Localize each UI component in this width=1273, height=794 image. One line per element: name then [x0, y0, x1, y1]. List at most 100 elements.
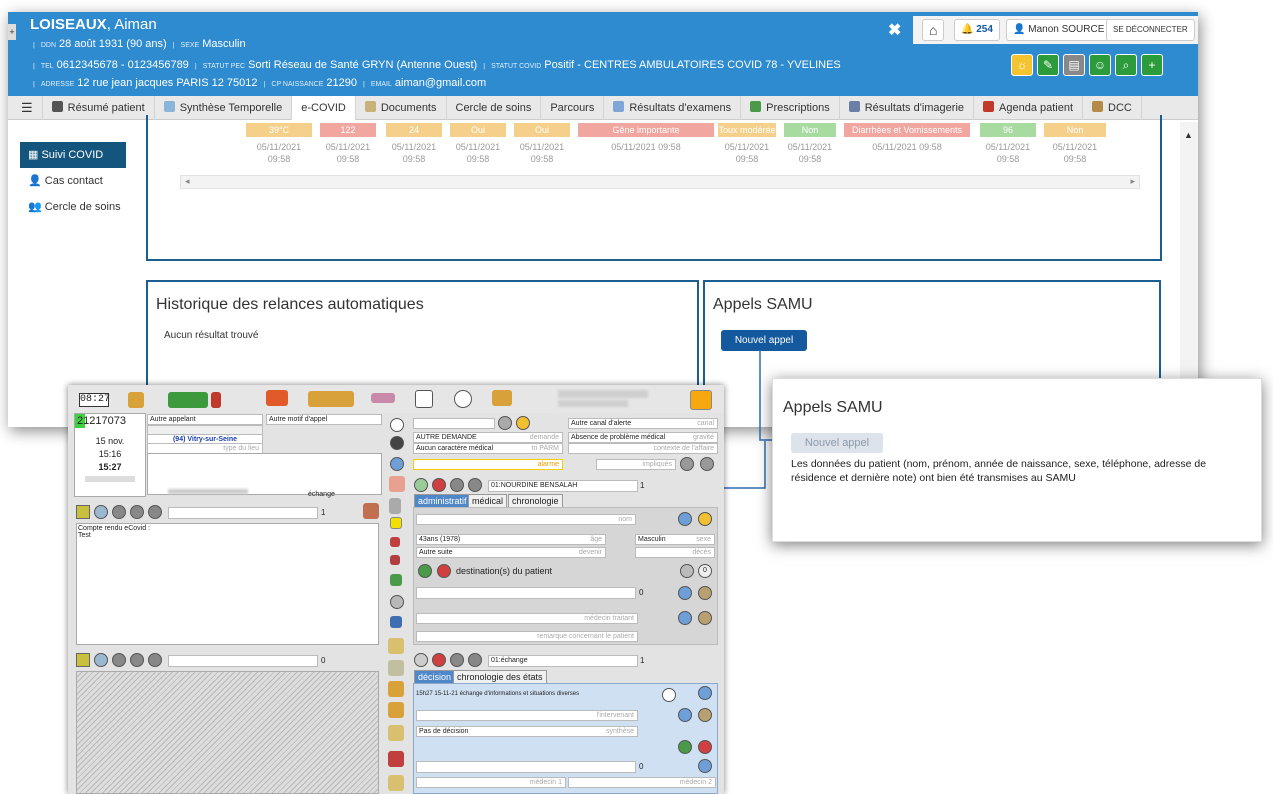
decision-remove-icon[interactable]	[698, 740, 712, 754]
synthese-field[interactable]: Pas de décision synthèse	[416, 726, 638, 737]
scroll-up-icon[interactable]: ▲	[1184, 130, 1193, 140]
demande-field[interactable]: AUTRE DEMANDE demande	[413, 432, 563, 443]
add-destination-icon[interactable]	[418, 564, 432, 578]
sidebar-item-cas-contact[interactable]: 👤 Cas contact	[20, 168, 126, 194]
cancel-doc-icon[interactable]	[388, 751, 404, 767]
lightbulb-icon[interactable]: ☼	[1011, 54, 1033, 76]
print-doc-icon[interactable]	[388, 775, 404, 791]
tab-administratif[interactable]: administratif	[414, 494, 471, 507]
forbidden-icon[interactable]	[389, 476, 405, 492]
tab-medical[interactable]: médical	[468, 494, 508, 507]
dmp-icon[interactable]: ▤	[1063, 54, 1085, 76]
autre-appelant-field[interactable]: Autre appelant	[147, 414, 263, 425]
devenir-field[interactable]: Autre suite devenir	[416, 547, 606, 558]
remove-destination-icon[interactable]	[437, 564, 451, 578]
home-icon[interactable]: ⌂	[922, 19, 945, 41]
doctor-icon[interactable]	[698, 586, 712, 600]
new-call-button[interactable]: Nouvel appel	[721, 330, 807, 351]
clock-doc-icon[interactable]	[388, 681, 404, 697]
info-icon[interactable]	[390, 457, 404, 471]
accept-icon[interactable]	[414, 478, 428, 492]
deces-field[interactable]: décès	[635, 547, 715, 558]
refresh-icon[interactable]	[94, 505, 108, 519]
patient-icon[interactable]: ☺	[1089, 54, 1111, 76]
intervenant-field[interactable]: l'intervenant	[416, 710, 638, 721]
echange-selector[interactable]: 01:échange	[488, 655, 638, 667]
green-icon[interactable]	[390, 574, 402, 586]
network-icon[interactable]	[390, 616, 402, 628]
collapse-icon[interactable]: +	[8, 24, 16, 40]
nom-field[interactable]: nom	[416, 514, 636, 525]
phone-field[interactable]	[413, 418, 495, 429]
plus-icon[interactable]	[700, 457, 714, 471]
tri-parm-field[interactable]: Aucun caractère médical tri PARM	[413, 443, 563, 454]
reject-icon[interactable]	[432, 478, 446, 492]
patient-next-icon[interactable]	[468, 478, 482, 492]
alert-star-icon[interactable]	[690, 390, 712, 410]
decision-next-icon[interactable]	[468, 653, 482, 667]
decision-reject-icon[interactable]	[432, 653, 446, 667]
autre-motif-field[interactable]: Autre motif d'appel	[266, 414, 382, 425]
repertoire-icon[interactable]: ⌕	[1115, 54, 1137, 76]
flag-icon[interactable]	[211, 392, 221, 408]
hangup-icon[interactable]	[266, 390, 288, 406]
pencil-doc-icon[interactable]	[388, 660, 404, 676]
help-icon[interactable]	[390, 595, 404, 609]
tab-chronologie-etats[interactable]: chronologie des états	[453, 670, 547, 683]
search-people-icon[interactable]	[308, 391, 354, 407]
info-icon-2[interactable]	[678, 512, 692, 526]
note-selector-2[interactable]	[168, 655, 318, 667]
notifications-button[interactable]: 🔔 254	[954, 19, 1000, 41]
previous-icon[interactable]	[130, 505, 144, 519]
note-icon-2[interactable]	[76, 653, 90, 667]
info-icon-3[interactable]	[678, 586, 692, 600]
brush-icon[interactable]	[363, 503, 379, 519]
info-icon-7[interactable]	[698, 759, 712, 773]
compte-rendu-text[interactable]: Compte rendu eCovid : Test	[76, 523, 379, 645]
user-menu[interactable]: 👤 Manon SOURCE ▾	[1006, 19, 1120, 41]
syringe-icon[interactable]	[390, 555, 400, 565]
previous-icon-2[interactable]	[130, 653, 144, 667]
doc-icon[interactable]	[112, 505, 126, 519]
alarme-field[interactable]: alarme	[413, 459, 563, 470]
red-marker-icon[interactable]	[390, 537, 400, 547]
tab-resume-patient[interactable]: Résumé patient	[43, 95, 155, 120]
edit-icon[interactable]: ✎	[1037, 54, 1059, 76]
sexe-field[interactable]: Masculin sexe	[635, 534, 715, 545]
medecin1-field[interactable]: médecin 1	[416, 777, 566, 788]
info-icon-5[interactable]	[698, 686, 712, 700]
popup-new-call-button[interactable]: Nouvel appel	[791, 433, 883, 453]
patient-selector[interactable]: 01:NOURDINE BENSALAH	[488, 480, 638, 492]
menu-icon[interactable]: ☰	[12, 95, 43, 120]
phone-people-icon[interactable]	[128, 392, 144, 408]
note-icon[interactable]	[76, 505, 90, 519]
eye-icon-2[interactable]	[662, 688, 676, 702]
yellow-square-icon[interactable]	[390, 517, 402, 529]
bracket-icon[interactable]	[415, 390, 433, 408]
horizontal-scrollbar[interactable]: ◂ ▸	[180, 175, 1140, 189]
add-icon[interactable]: +	[1141, 54, 1163, 76]
redial-icon[interactable]	[498, 416, 512, 430]
ambulance-icons[interactable]	[168, 392, 208, 408]
scroll-left-icon[interactable]: ◂	[185, 176, 190, 187]
eye-icon[interactable]	[390, 436, 404, 450]
sidebar-item-suivi-covid[interactable]: ▦ Suivi COVID	[20, 142, 126, 168]
scroll-right-icon[interactable]: ▸	[1130, 176, 1135, 187]
doctor-icon-2[interactable]	[698, 611, 712, 625]
sidebar-item-cercle-de-soins[interactable]: 👥 Cercle de soins	[20, 194, 126, 220]
caller-icon[interactable]	[492, 390, 512, 406]
logout-button[interactable]: SE DÉCONNECTER	[1106, 19, 1195, 41]
medecin-select[interactable]	[416, 761, 636, 773]
age-field[interactable]: 43ans (1978) âge	[416, 534, 606, 545]
destination-select[interactable]	[416, 587, 636, 599]
folder-icon[interactable]	[388, 638, 404, 654]
next-icon[interactable]	[148, 505, 162, 519]
medecin2-field[interactable]: médecin 2	[568, 777, 716, 788]
gravite-field[interactable]: Absence de problème médical gravité	[568, 432, 718, 443]
next-icon-2[interactable]	[148, 653, 162, 667]
autre-canal-field[interactable]: Autre canal d'alerte canal	[568, 418, 718, 429]
patient-previous-icon[interactable]	[450, 478, 464, 492]
doc-icon-2[interactable]	[112, 653, 126, 667]
pen-icon[interactable]	[389, 498, 401, 514]
note-selector[interactable]	[168, 507, 318, 519]
